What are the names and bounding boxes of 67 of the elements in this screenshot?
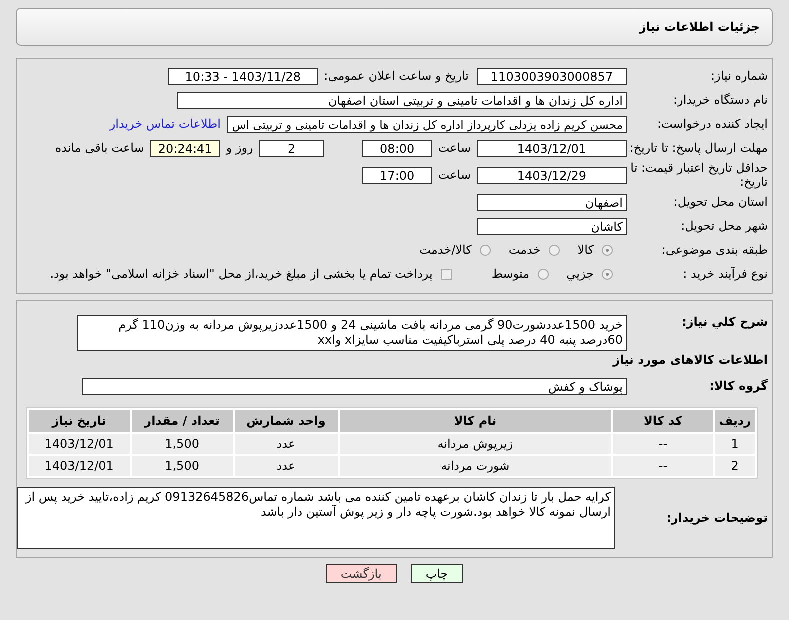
need-number-field: 1103003903000857 (477, 68, 627, 84)
remaining-time-field: 20:24:41 (150, 140, 220, 156)
field-label: نوع فرآیند خرید : (682, 267, 769, 281)
buyer-org-field: اداره کل زندان ها و اقدامات تامینی و تربیتی استان اصفهان (177, 92, 627, 108)
field-label: ساعت (438, 141, 471, 155)
checkbox-label: پرداخت تمام یا بخشی از مبلغ خرید،از محل "اسناد خزانه اسلامی" خواهد بود. (50, 267, 433, 281)
column-header: تعداد / مقدار (132, 410, 233, 432)
time-field: 08:00 (362, 140, 432, 156)
back-button[interactable]: بازگشت (326, 564, 397, 583)
field-label: تاریخ و ساعت اعلان عمومی: (324, 69, 469, 83)
time-field: 17:00 (362, 166, 432, 184)
field-label: ساعت باقی مانده (55, 141, 144, 155)
radio-label: جزیي (566, 267, 594, 281)
table-cell: -- (613, 434, 714, 454)
radio-label: خدمت (508, 243, 541, 257)
column-header: تاریخ نیاز (29, 410, 130, 432)
table-cell: 1403/12/01 (29, 456, 130, 476)
goods-group-field: پوشاک و کفش (82, 378, 627, 394)
date-field: 1403/12/29 (477, 166, 627, 184)
radio-label: متوسط (492, 267, 530, 281)
field-label: شماره نیاز: (710, 69, 769, 83)
table-cell: 2 (715, 456, 755, 476)
field-label: روز و (226, 141, 254, 155)
date-field: 1403/12/01 (477, 140, 627, 156)
radio-button[interactable] (602, 268, 613, 280)
field-label: حداقل تاریخ اعتبار قیمت: تا تاریخ: (630, 161, 769, 189)
field-label: گروه کالا: (708, 379, 769, 393)
column-header: نام کالا (340, 410, 612, 432)
field-label: نام دستگاه خریدار: (672, 93, 769, 107)
field-label: شهر محل تحویل: (680, 219, 769, 233)
contact-link[interactable]: اطلاعات تماس خریدار (110, 117, 221, 131)
radio-button[interactable] (548, 244, 560, 256)
field-label: ایجاد کننده درخواست: (656, 117, 769, 131)
radio-button[interactable] (538, 268, 549, 280)
table-cell: 1,500 (132, 434, 233, 454)
field-label: شرح کلي نياز: (681, 315, 769, 329)
province-field: اصفهان (477, 194, 627, 210)
description-textarea[interactable]: خرید 1500عددشورت90 گرمی مردانه بافت ماشینی 24 و 1500عددزیرپوش مردانه به وزن110 گرم 60درصد پنبه 40 درصد پلی استرباکیفیت مناسب سایزxl وxxl (77, 315, 627, 351)
buyer-notes-textarea[interactable]: کرایه حمل بار تا زندان کاشان برعهده تامین کننده می باشد شماره تماس09132645826 کریم زاده،تایید خرید پس از ارسال نمونه کالا خواهد بود.شورت پاچه دار و زیر پوش آستین دار باشد (17, 487, 615, 549)
table-cell: شورت مردانه (340, 456, 612, 476)
field-label: استان محل تحویل: (672, 195, 769, 209)
days-field: 2 (259, 140, 324, 156)
field-label: طبقه بندی موضوعی: (660, 243, 769, 257)
print-button[interactable]: چاپ (410, 564, 464, 583)
table-cell: 1,500 (132, 456, 233, 476)
field-label: ساعت (438, 168, 471, 182)
table-cell: -- (613, 456, 714, 476)
table-cell: عدد (234, 434, 338, 454)
radio-button[interactable] (480, 244, 491, 256)
column-header: ردیف (715, 410, 755, 432)
table-cell: 1 (715, 434, 755, 454)
page-title: جزئیات اطلاعات نیاز (639, 20, 760, 34)
table-cell: زیرپوش مردانه (340, 434, 612, 454)
checkbox[interactable] (440, 268, 452, 280)
column-header: کد کالا (613, 410, 714, 432)
section-title: اطلاعات کالاهای مورد نیاز (612, 353, 769, 367)
radio-button[interactable] (602, 244, 613, 256)
announce-date-field: 1403/11/28 - 10:33 (168, 68, 318, 84)
column-header: واحد شمارش (234, 410, 338, 432)
city-field: کاشان (477, 218, 627, 234)
table-cell: عدد (234, 456, 338, 476)
table-cell: 1403/12/01 (29, 434, 130, 454)
radio-label: کالا (578, 243, 594, 257)
field-label: توضیحات خریدار: (666, 511, 769, 525)
creator-field: محسن کریم زاده یزدلی کارپرداز اداره کل زندان ها و اقدامات تامینی و تربیتی اس (227, 116, 627, 132)
radio-label: کالا/خدمت (420, 243, 472, 257)
field-label: مهلت ارسال پاسخ: تا تاریخ: (628, 141, 769, 155)
